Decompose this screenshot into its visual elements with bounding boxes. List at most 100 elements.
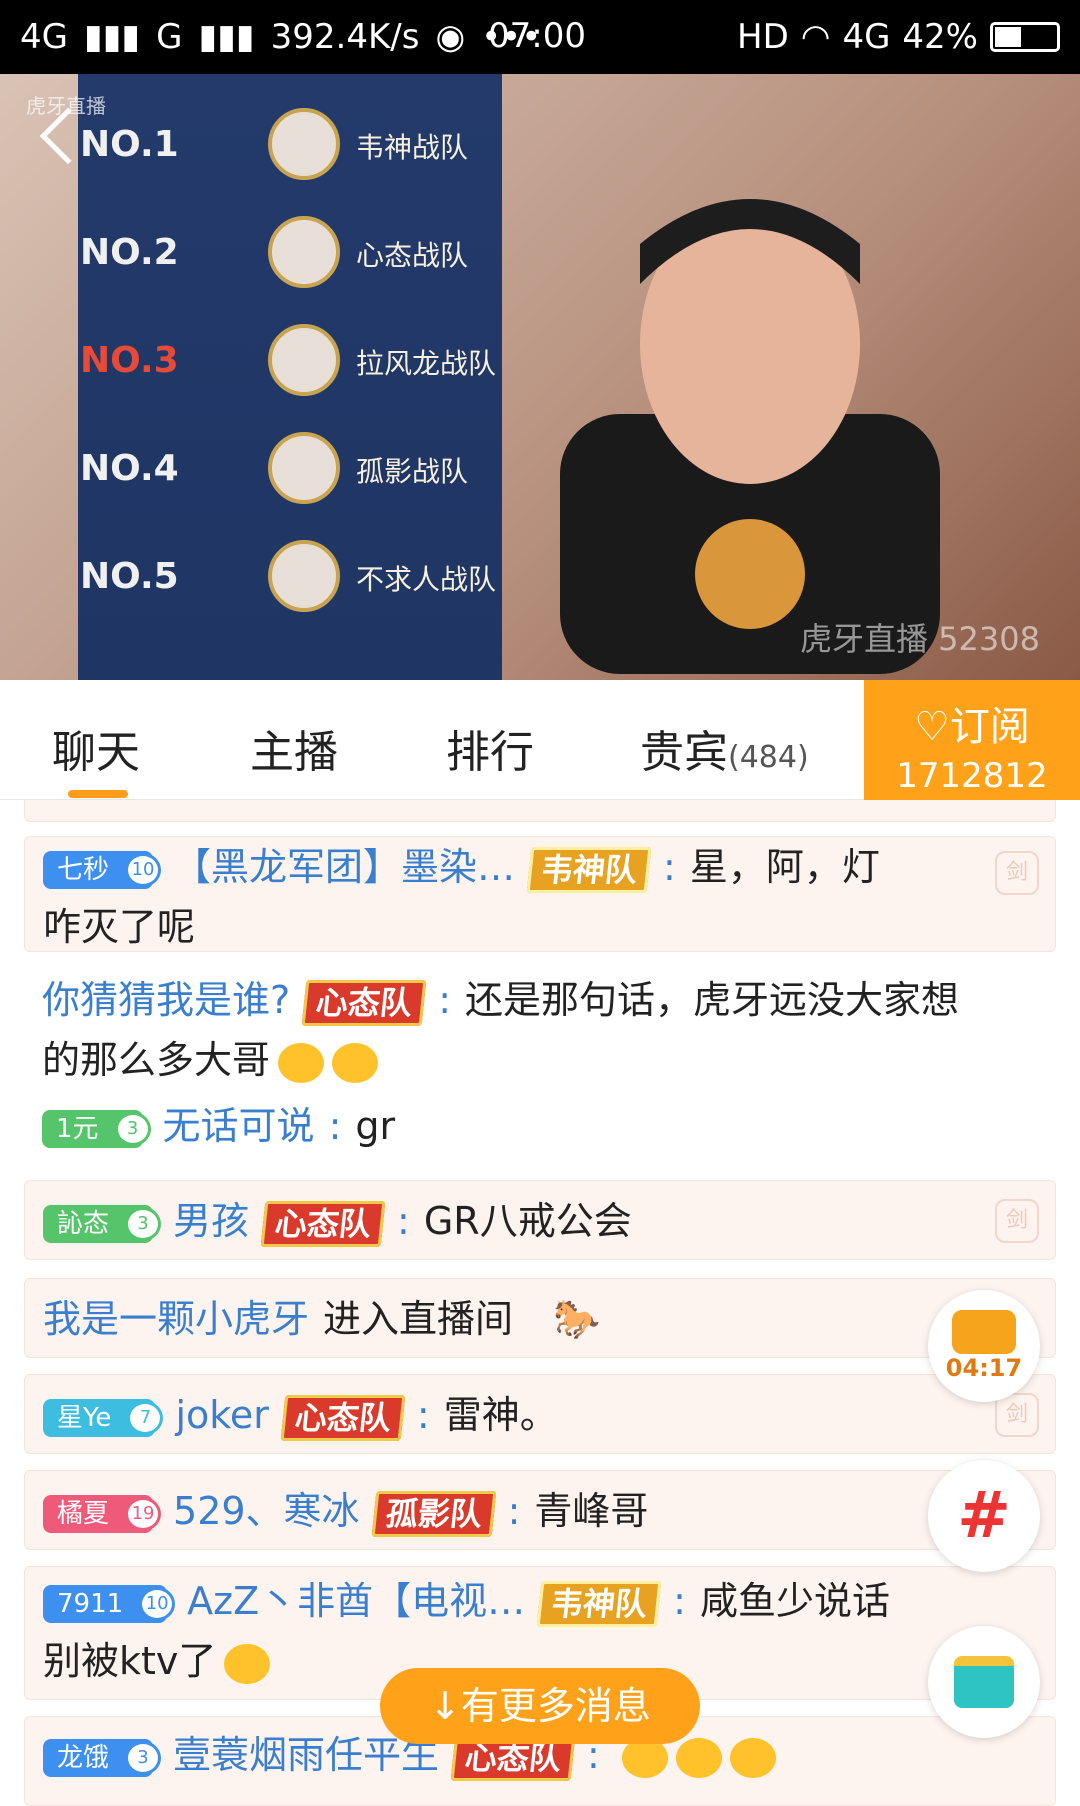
gift-box-icon xyxy=(954,1656,1014,1708)
signal-bars-icon: ▮▮▮ xyxy=(198,17,255,57)
rank-row: NO.3 拉风龙战队 xyxy=(78,310,502,410)
horse-icon: 🐎 xyxy=(553,1297,601,1341)
treasure-chest-icon xyxy=(952,1310,1016,1354)
badge-level: 3 xyxy=(125,1740,162,1775)
colon: : xyxy=(328,1104,342,1148)
video-player[interactable]: NO.1 韦神战队 NO.2 心态战队 NO.3 拉风龙战队 NO.4 孤影战队… xyxy=(0,74,1080,680)
more-messages-button[interactable]: ↓有更多消息 xyxy=(380,1668,700,1744)
avatar xyxy=(268,540,340,612)
subscribe-button[interactable]: ♡订阅 1712812 xyxy=(864,680,1080,800)
message-text: 还是那句话，虎牙远没大家想 xyxy=(465,978,960,1022)
badge-level: 3 xyxy=(125,1206,162,1241)
username[interactable]: 男孩 xyxy=(173,1199,249,1243)
tab-anchor[interactable]: 主播 xyxy=(250,716,338,780)
tab-guests[interactable]: 贵宾(484) xyxy=(640,716,809,780)
team-badge: 韦神队 xyxy=(526,846,652,893)
rank-number: NO.5 xyxy=(80,556,179,597)
laugh-emoji-icon xyxy=(332,1042,379,1083)
username[interactable]: joker xyxy=(175,1393,268,1437)
fan-badge: 1元 3 xyxy=(42,1109,151,1148)
subscriber-count: 1712812 xyxy=(896,756,1048,796)
chat-message: 七秒 10 【黑龙军团】墨染… 韦神队: 星，阿，灯 咋灭了呢 剑 xyxy=(24,836,1056,952)
chat-message: 你猜猜我是谁? 心态队: 还是那句话，虎牙远没大家想 的那么多大哥 xyxy=(24,970,1056,1090)
gift-button[interactable] xyxy=(928,1626,1040,1738)
signal-4g: 4G xyxy=(20,17,68,57)
badge-label: 橘夏 xyxy=(57,1498,110,1529)
username[interactable]: AzZ丶非酋【电视… xyxy=(187,1579,525,1623)
badge-level: 3 xyxy=(114,1111,151,1146)
laugh-emoji-icon xyxy=(675,1737,722,1778)
treasure-timer-button[interactable]: 04:17 xyxy=(928,1290,1040,1402)
badge-level: 10 xyxy=(139,1586,176,1621)
hd-indicator: HD xyxy=(737,17,789,57)
badge-level: 10 xyxy=(125,852,162,887)
chat-message xyxy=(24,800,1056,822)
avatar xyxy=(268,216,340,288)
message-text: 青峰哥 xyxy=(534,1489,649,1533)
signal-g: G xyxy=(156,17,183,57)
sword-icon: 剑 xyxy=(995,1393,1039,1437)
subscribe-label: 订阅 xyxy=(949,704,1030,750)
chat-list[interactable]: 七秒 10 【黑龙军团】墨染… 韦神队: 星，阿，灯 咋灭了呢 剑 你猜猜我是谁? 心态队:… xyxy=(0,800,1080,1806)
wifi-icon: ◠ xyxy=(800,17,831,57)
team-badge: 孤影队 xyxy=(371,1490,496,1537)
username[interactable]: 壹蓑烟雨任平生 xyxy=(173,1733,439,1777)
watermark: 虎牙直播 52308 xyxy=(800,620,1040,658)
rank-team: 孤影战队 xyxy=(356,455,469,488)
message-text: 星，阿，灯 xyxy=(689,845,880,889)
message-text-cont: 别被ktv了 xyxy=(43,1639,217,1683)
fan-badge: 星Ye 7 xyxy=(43,1398,164,1437)
rank-team: 韦神战队 xyxy=(356,131,469,164)
net-speed: 392.4K/s xyxy=(270,17,420,57)
avatar xyxy=(268,432,340,504)
team-badge: 韦神队 xyxy=(536,1580,662,1627)
badge-label: 7911 xyxy=(57,1588,124,1619)
cool-emoji-icon xyxy=(224,1643,271,1684)
rank-row: NO.1 韦神战队 xyxy=(78,94,502,194)
chat-message: 1元 3 无话可说: gr xyxy=(24,1096,1056,1160)
heart-plus-icon: ♡ xyxy=(914,704,950,750)
colon: : xyxy=(507,1489,521,1533)
badge-label: 七秒 xyxy=(57,854,110,885)
badge-level: 19 xyxy=(125,1496,162,1531)
rank-row: NO.2 心态战队 xyxy=(78,202,502,302)
rank-number: NO.1 xyxy=(80,124,179,165)
username[interactable]: 529、寒冰 xyxy=(173,1489,360,1533)
badge-label: 1元 xyxy=(56,1113,99,1144)
message-text: 雷神。 xyxy=(443,1393,558,1437)
laugh-emoji-icon xyxy=(729,1737,776,1778)
team-badge: 心态队 xyxy=(301,979,427,1026)
rank-team: 不求人战队 xyxy=(356,563,497,596)
signal-bars-icon: ▮▮▮ xyxy=(83,17,141,57)
username[interactable]: 你猜猜我是谁? xyxy=(42,978,290,1022)
username[interactable]: 我是一颗小虎牙 xyxy=(43,1297,309,1341)
tab-chat[interactable]: 聊天 xyxy=(52,716,140,780)
rank-row: NO.5 不求人战队 xyxy=(78,526,502,626)
chat-message: 橘夏 19 529、寒冰 孤影队: 青峰哥 xyxy=(24,1470,1056,1550)
sword-icon: 剑 xyxy=(995,1199,1039,1243)
message-text: GR八戒公会 xyxy=(423,1199,632,1243)
chat-message: 星Ye 7 joker 心态队: 雷神。 剑 xyxy=(24,1374,1056,1454)
guests-count: (484) xyxy=(728,740,809,775)
tab-rank[interactable]: 排行 xyxy=(446,716,534,780)
fan-badge: 7911 10 xyxy=(43,1584,176,1623)
message-text-cont: 咋灭了呢 xyxy=(43,905,196,949)
username[interactable]: 【黑龙军团】墨染… xyxy=(173,845,515,889)
rank-number: NO.4 xyxy=(80,448,179,489)
more-messages-label: 有更多消息 xyxy=(460,1684,651,1728)
message-text-cont: 的那么多大哥 xyxy=(42,1038,271,1082)
tab-indicator xyxy=(68,790,128,798)
colon: : xyxy=(416,1393,430,1437)
chat-message: 訫态 3 男孩 心态队: GR八戒公会 剑 xyxy=(24,1180,1056,1260)
clock: 07:00 xyxy=(488,16,586,56)
message-text: gr xyxy=(355,1104,396,1148)
rank-number: NO.2 xyxy=(80,232,179,273)
network-4g: 4G xyxy=(842,17,891,57)
arrow-down-icon: ↓ xyxy=(429,1684,461,1728)
badge-label: 龙饿 xyxy=(57,1742,110,1773)
username[interactable]: 无话可说 xyxy=(163,1104,315,1148)
fan-badge: 橘夏 19 xyxy=(43,1494,162,1533)
battery-icon xyxy=(990,22,1060,52)
topic-button[interactable]: # xyxy=(928,1460,1040,1572)
rank-overlay: NO.1 韦神战队 NO.2 心态战队 NO.3 拉风龙战队 NO.4 孤影战队… xyxy=(78,74,502,680)
